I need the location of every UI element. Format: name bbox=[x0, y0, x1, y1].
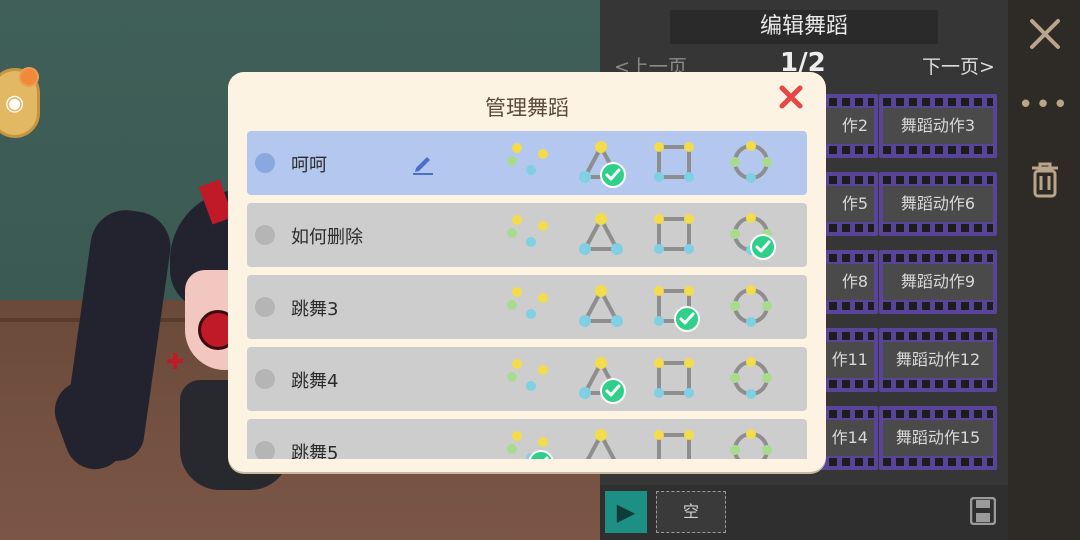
dance-action-label: 舞蹈动作9 bbox=[883, 264, 993, 300]
formation-triangle-icon[interactable] bbox=[575, 209, 627, 261]
dialog-title: 管理舞蹈 bbox=[485, 96, 569, 120]
formation-circle-icon[interactable] bbox=[725, 137, 777, 189]
formation-square-icon[interactable] bbox=[649, 209, 701, 261]
gamepad-icon: ◉ bbox=[5, 91, 25, 116]
formation-triangle-icon[interactable] bbox=[575, 281, 627, 333]
formation-circle-icon[interactable] bbox=[725, 281, 777, 333]
trash-icon[interactable] bbox=[1030, 162, 1060, 198]
dance-action-card[interactable]: 舞蹈动作15 bbox=[879, 406, 997, 470]
editor-title: 编辑舞蹈 bbox=[670, 10, 938, 44]
play-button[interactable]: ▶ bbox=[605, 491, 647, 533]
select-radio[interactable] bbox=[255, 369, 275, 389]
formation-scatter-icon[interactable] bbox=[503, 209, 555, 261]
formation-scatter-icon[interactable] bbox=[503, 353, 555, 405]
select-radio[interactable] bbox=[255, 441, 275, 459]
film-holes bbox=[883, 332, 993, 340]
formation-scatter-icon[interactable] bbox=[503, 137, 555, 189]
empty-action-slot[interactable]: 空 bbox=[656, 491, 726, 533]
film-holes bbox=[883, 302, 993, 310]
formation-triangle-icon[interactable] bbox=[575, 425, 627, 459]
close-icon[interactable] bbox=[778, 84, 804, 110]
film-holes bbox=[883, 458, 993, 466]
film-holes bbox=[883, 176, 993, 184]
formation-scatter-icon[interactable] bbox=[503, 425, 555, 459]
select-radio[interactable] bbox=[255, 225, 275, 245]
close-x-icon[interactable] bbox=[1029, 18, 1061, 50]
more-icon[interactable]: ••• bbox=[1008, 90, 1080, 120]
dance-row[interactable]: 跳舞5 bbox=[247, 419, 807, 459]
film-holes bbox=[883, 146, 993, 154]
dance-name: 如何删除 bbox=[291, 227, 363, 248]
film-holes bbox=[883, 98, 993, 106]
dance-row[interactable]: 跳舞3 bbox=[247, 275, 807, 339]
formation-scatter-icon[interactable] bbox=[503, 281, 555, 333]
dance-action-card[interactable]: 舞蹈动作12 bbox=[879, 328, 997, 392]
dance-name: 跳舞3 bbox=[291, 299, 339, 320]
dance-action-label: 舞蹈动作15 bbox=[883, 420, 993, 456]
dance-list[interactable]: 呵呵 如何删除 跳舞3 跳舞4 跳舞5 bbox=[247, 131, 807, 459]
formation-square-icon[interactable] bbox=[649, 137, 701, 189]
select-radio[interactable] bbox=[255, 297, 275, 317]
film-holes bbox=[883, 410, 993, 418]
formation-circle-icon[interactable] bbox=[725, 209, 777, 261]
right-toolbar: ••• bbox=[1008, 0, 1080, 540]
bottom-bar: ▶ 空 bbox=[600, 485, 1008, 540]
dance-action-card[interactable]: 舞蹈动作3 bbox=[879, 94, 997, 158]
formation-triangle-icon[interactable] bbox=[575, 137, 627, 189]
dance-action-label: 舞蹈动作3 bbox=[883, 108, 993, 144]
pencil-icon[interactable] bbox=[411, 151, 435, 175]
dance-name: 呵呵 bbox=[291, 155, 327, 176]
dance-name: 跳舞4 bbox=[291, 371, 339, 392]
gamepad-button[interactable]: ◉ bbox=[0, 67, 40, 138]
dance-row[interactable]: 如何删除 bbox=[247, 203, 807, 267]
film-holes bbox=[883, 254, 993, 262]
character-cross-accessory: ✚ bbox=[166, 350, 185, 375]
film-holes bbox=[883, 224, 993, 232]
formation-circle-icon[interactable] bbox=[725, 353, 777, 405]
formation-triangle-icon[interactable] bbox=[575, 353, 627, 405]
formation-square-icon[interactable] bbox=[649, 353, 701, 405]
dance-action-card[interactable]: 舞蹈动作6 bbox=[879, 172, 997, 236]
manage-dance-dialog: 管理舞蹈 呵呵 如何删除 跳舞3 跳舞4 跳舞5 bbox=[228, 72, 826, 472]
formation-square-icon[interactable] bbox=[649, 425, 701, 459]
next-page-button[interactable]: 下一页> bbox=[922, 52, 995, 79]
dance-action-label: 舞蹈动作6 bbox=[883, 186, 993, 222]
film-holes bbox=[883, 380, 993, 388]
notification-dot bbox=[19, 67, 39, 87]
play-icon: ▶ bbox=[616, 498, 636, 526]
dance-action-card[interactable]: 舞蹈动作9 bbox=[879, 250, 997, 314]
dance-row[interactable]: 呵呵 bbox=[247, 131, 807, 195]
dance-name: 跳舞5 bbox=[291, 443, 339, 459]
select-radio[interactable] bbox=[255, 153, 275, 173]
dance-row[interactable]: 跳舞4 bbox=[247, 347, 807, 411]
save-icon[interactable] bbox=[970, 497, 996, 525]
dance-action-label: 舞蹈动作12 bbox=[883, 342, 993, 378]
formation-square-icon[interactable] bbox=[649, 281, 701, 333]
formation-circle-icon[interactable] bbox=[725, 425, 777, 459]
